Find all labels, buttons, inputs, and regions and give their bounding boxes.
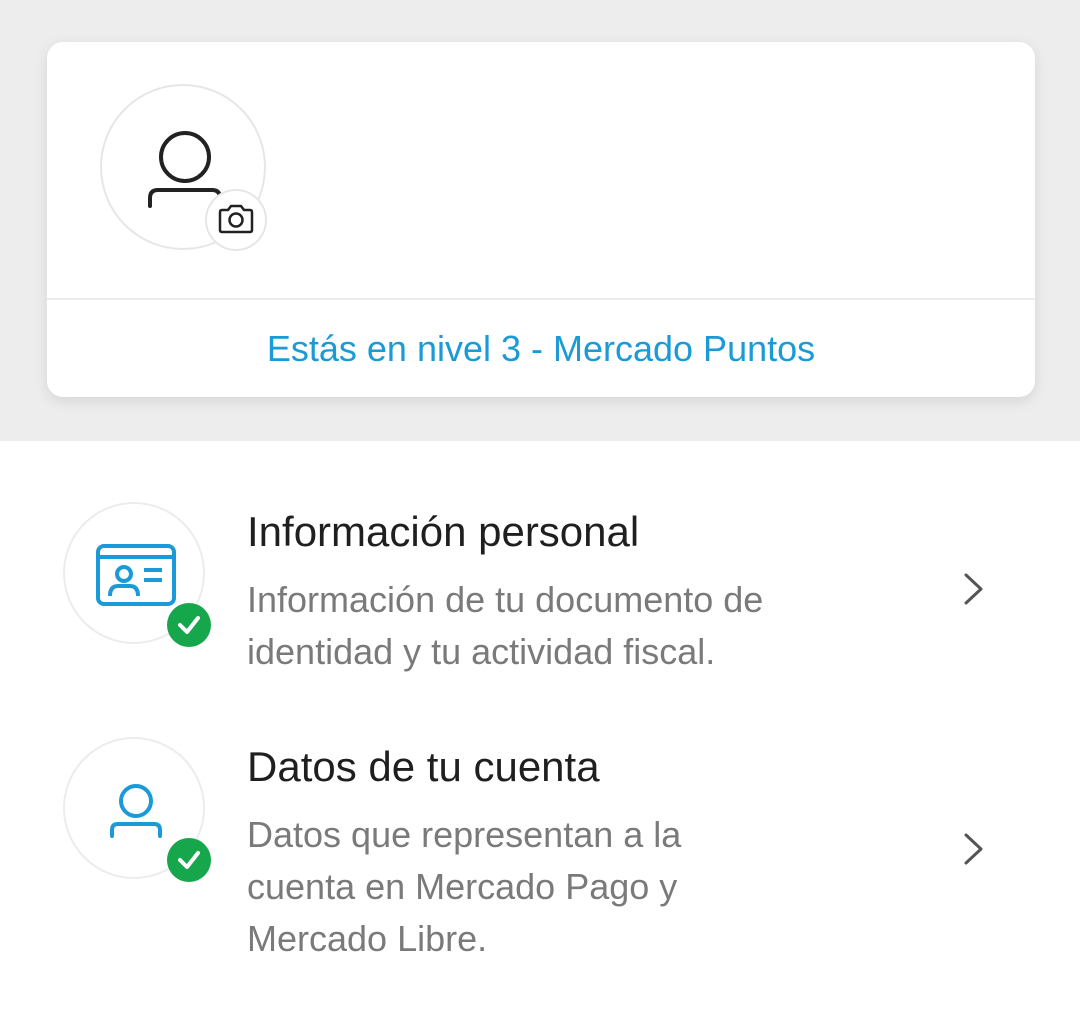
profile-card: Estás en nivel 3 - Mercado Puntos: [47, 42, 1035, 397]
change-photo-button[interactable]: [205, 189, 267, 251]
personal-info-description: Información de tu documento de identidad…: [247, 579, 764, 672]
check-icon: [178, 851, 200, 869]
personal-info-title: Información personal: [247, 508, 640, 555]
camera-icon: [218, 204, 254, 234]
person-icon: [148, 131, 222, 208]
account-data-description: Datos que representan a la cuenta en Mer…: [247, 814, 682, 959]
header-background: Estás en nivel 3 - Mercado Puntos: [0, 0, 1080, 441]
chevron-right-icon: [964, 833, 983, 865]
check-icon: [178, 616, 200, 634]
id-card-icon: [96, 544, 176, 606]
level-link[interactable]: Estás en nivel 3 - Mercado Puntos: [47, 300, 1035, 397]
chevron-right-icon: [964, 573, 983, 605]
account-data-row[interactable]: Datos de tu cuenta Datos que representan…: [0, 735, 1080, 975]
verified-badge: [167, 603, 211, 647]
account-data-title: Datos de tu cuenta: [247, 743, 600, 790]
verified-badge: [167, 838, 211, 882]
user-icon: [110, 784, 162, 838]
personal-info-row[interactable]: Información personal Información de tu d…: [0, 500, 1080, 700]
